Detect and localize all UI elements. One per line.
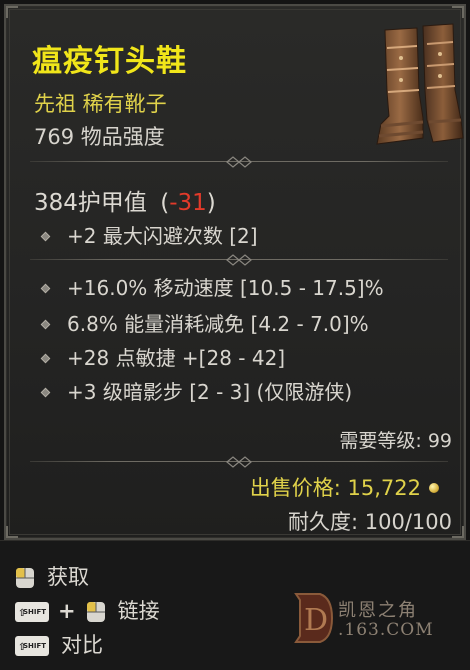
watermark-domain: .163.COM <box>338 620 434 640</box>
watermark-logo: D <box>294 593 334 643</box>
armor-diff-close: ) <box>206 190 216 216</box>
sell-price: 出售价格: 15,722 <box>250 472 439 502</box>
affix-stat: +16.0% 移动速度 [10.5 - 17.5]% <box>40 272 384 301</box>
boots-image <box>376 23 464 145</box>
acquire-action[interactable]: 获取 <box>15 561 89 591</box>
acquire-label: 获取 <box>47 565 89 589</box>
mouse-left-icon <box>16 568 34 588</box>
affix-stat: +3 级暗影步 [2 - 3] (仅限游侠) <box>40 376 352 405</box>
level-requirement: 需要等级: 99 <box>339 430 452 452</box>
compare-label: 对比 <box>61 633 103 657</box>
bullet-icon <box>40 319 51 330</box>
item-type: 先祖 稀有靴子 <box>34 92 167 116</box>
mouse-left-icon <box>86 602 105 622</box>
item-tooltip: 瘟疫钉头鞋 先祖 稀有靴子 769 物品强度 384护甲值 (-31) +2 最… <box>4 4 466 540</box>
link-label: 链接 <box>117 599 160 623</box>
shift-key-icon: ⇧ SHIFT <box>15 602 49 622</box>
affix-stat: +28 点敏捷 +[28 - 42] <box>40 342 285 371</box>
item-power: 769 物品强度 <box>34 125 165 149</box>
bullet-icon <box>40 353 51 364</box>
section-divider <box>30 456 448 468</box>
shift-key-icon: ⇧ SHIFT <box>15 636 49 656</box>
bullet-icon <box>40 283 51 294</box>
svg-text:D: D <box>304 603 328 638</box>
compare-action[interactable]: ⇧ SHIFT 对比 <box>15 629 103 659</box>
bullet-icon <box>40 231 51 242</box>
affix-stat: 6.8% 能量消耗减免 [4.2 - 7.0]% <box>40 308 369 337</box>
gold-coin-icon <box>429 483 439 493</box>
durability: 耐久度: 100/100 <box>288 510 452 534</box>
armor-label: 384护甲值 <box>34 190 147 216</box>
armor-diff: -31 <box>169 190 207 216</box>
corner-ornament <box>452 6 464 18</box>
corner-ornament <box>6 526 18 538</box>
armor-diff-open: ( <box>160 190 170 216</box>
sell-price-text: 出售价格: 15,722 <box>249 476 421 500</box>
watermark: D 凯恩之角 .163.COM <box>290 590 450 650</box>
armor-value: 384护甲值 (-31) <box>34 183 216 217</box>
bullet-icon <box>40 387 51 398</box>
implicit-stat: +2 最大闪避次数 [2] <box>40 220 258 249</box>
corner-ornament <box>452 526 464 538</box>
plus-sign: + <box>58 599 76 623</box>
section-divider <box>30 156 448 168</box>
item-name: 瘟疫钉头鞋 <box>32 44 187 79</box>
link-action[interactable]: ⇧ SHIFT + 链接 <box>15 595 160 625</box>
watermark-brand: 凯恩之角 <box>338 600 418 621</box>
corner-ornament <box>6 6 18 18</box>
section-divider <box>30 254 448 266</box>
